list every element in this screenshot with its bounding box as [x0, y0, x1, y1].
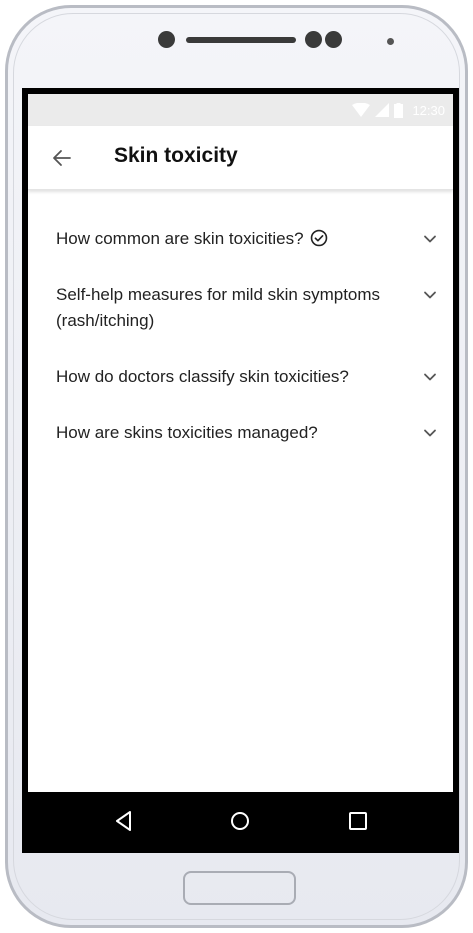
phone-screen: 12:30 Skin toxicity How common are skin … — [22, 88, 459, 853]
faq-item[interactable]: Self-help measures for mild skin symptom… — [28, 282, 453, 334]
square-recents-icon[interactable] — [343, 806, 373, 836]
faq-question: How do doctors classify skin toxicities? — [56, 367, 349, 386]
chevron-down-icon[interactable] — [423, 288, 437, 302]
android-navigation-bar — [22, 792, 459, 853]
faq-item[interactable]: How do doctors classify skin toxicities? — [28, 364, 453, 390]
battery-icon — [394, 102, 404, 118]
sensor-icon — [305, 31, 322, 48]
chevron-down-icon[interactable] — [423, 232, 437, 246]
chevron-down-icon[interactable] — [423, 370, 437, 384]
proximity-sensor-icon — [387, 38, 394, 45]
faq-question: How are skins toxicities managed? — [56, 423, 318, 442]
triangle-back-icon[interactable] — [109, 806, 139, 836]
wifi-icon — [352, 103, 371, 117]
sensor-icon — [325, 31, 342, 48]
earpiece-speaker — [186, 37, 296, 43]
faq-list: How common are skin toxicities? Self-hel… — [28, 226, 453, 476]
toolbar: Skin toxicity — [28, 126, 453, 190]
arrow-left-icon[interactable] — [50, 146, 74, 170]
faq-question: How common are skin toxicities? — [56, 229, 304, 248]
faq-question: Self-help measures for mild skin symptom… — [56, 285, 381, 330]
hardware-home-button[interactable] — [183, 871, 296, 905]
chevron-down-icon[interactable] — [423, 426, 437, 440]
page-title: Skin toxicity — [114, 144, 238, 167]
app-content: Skin toxicity How common are skin toxici… — [28, 126, 453, 792]
check-circle-icon — [310, 229, 327, 247]
circle-home-icon[interactable] — [225, 806, 255, 836]
faq-item[interactable]: How are skins toxicities managed? — [28, 420, 453, 446]
front-camera-icon — [158, 31, 175, 48]
faq-item[interactable]: How common are skin toxicities? — [28, 226, 453, 252]
status-icons: 12:30 — [352, 94, 445, 126]
status-time: 12:30 — [412, 102, 445, 118]
signal-icon — [375, 103, 390, 117]
status-bar: 12:30 — [28, 94, 453, 126]
